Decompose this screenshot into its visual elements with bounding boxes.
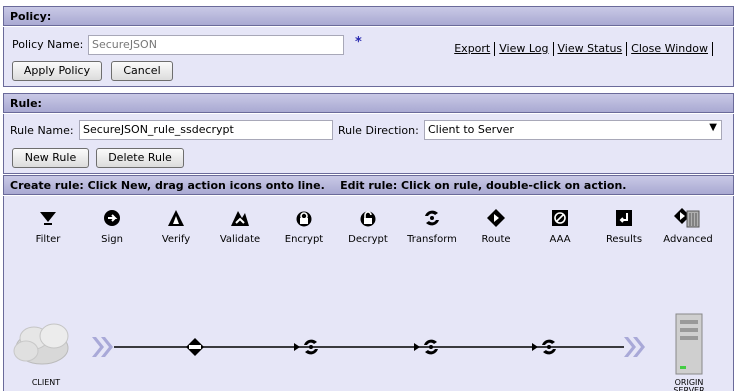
client-label: CLIENT — [31, 378, 61, 387]
policy-section-header: Policy: — [3, 6, 734, 26]
policy-name-label: Policy Name: — [12, 38, 84, 51]
rule-name-label: Rule Name: — [10, 124, 74, 137]
rule-direction-select[interactable]: Client to Server ▼ — [424, 120, 722, 140]
link-separator — [494, 42, 496, 56]
rule-direction-label: Rule Direction: — [338, 124, 419, 137]
instructions-bar: Create rule: Click New, drag action icon… — [3, 175, 734, 195]
client-cloud-icon — [13, 323, 69, 365]
rule-header-label: Rule: — [10, 97, 42, 110]
rule-panel: Rule Name: SecureJSON_rule_ssdecrypt Rul… — [3, 114, 734, 174]
instructions-text: Create rule: Click New, drag action icon… — [10, 179, 627, 192]
origin-server-label: ORIGIN SERVER — [673, 378, 705, 391]
required-indicator: * — [355, 35, 362, 50]
policy-links: Export View Log View Status Close Window — [454, 42, 717, 56]
chevron-down-icon[interactable]: ▼ — [709, 122, 717, 133]
link-separator — [712, 42, 713, 56]
exit-arrows-icon — [624, 337, 645, 357]
origin-server-icon — [675, 313, 703, 375]
cancel-button[interactable]: Cancel — [111, 61, 173, 81]
new-rule-button[interactable]: New Rule — [12, 148, 89, 168]
policy-panel: Policy Name: SecureJSON * Apply Policy C… — [3, 27, 734, 87]
link-separator — [552, 42, 554, 56]
rule-direction-value: Client to Server — [428, 123, 514, 136]
rule-flow-line — [13, 313, 703, 375]
apply-policy-button[interactable]: Apply Policy — [12, 61, 102, 81]
entry-arrows-icon — [92, 337, 113, 357]
delete-rule-button[interactable]: Delete Rule — [96, 148, 184, 168]
rule-section-header: Rule: — [3, 93, 734, 113]
export-link[interactable]: Export — [454, 42, 490, 55]
rule-canvas[interactable]: Filter Sign Verify Validate Encrypt Decr… — [3, 196, 734, 391]
policy-name-input[interactable]: SecureJSON — [88, 35, 344, 55]
link-separator — [626, 42, 628, 56]
view-log-link[interactable]: View Log — [499, 42, 548, 55]
view-status-link[interactable]: View Status — [558, 42, 623, 55]
rule-name-input[interactable]: SecureJSON_rule_ssdecrypt — [79, 120, 333, 140]
close-window-link[interactable]: Close Window — [631, 42, 708, 55]
policy-header-label: Policy: — [10, 10, 52, 23]
flow-route-action-icon — [186, 338, 204, 356]
